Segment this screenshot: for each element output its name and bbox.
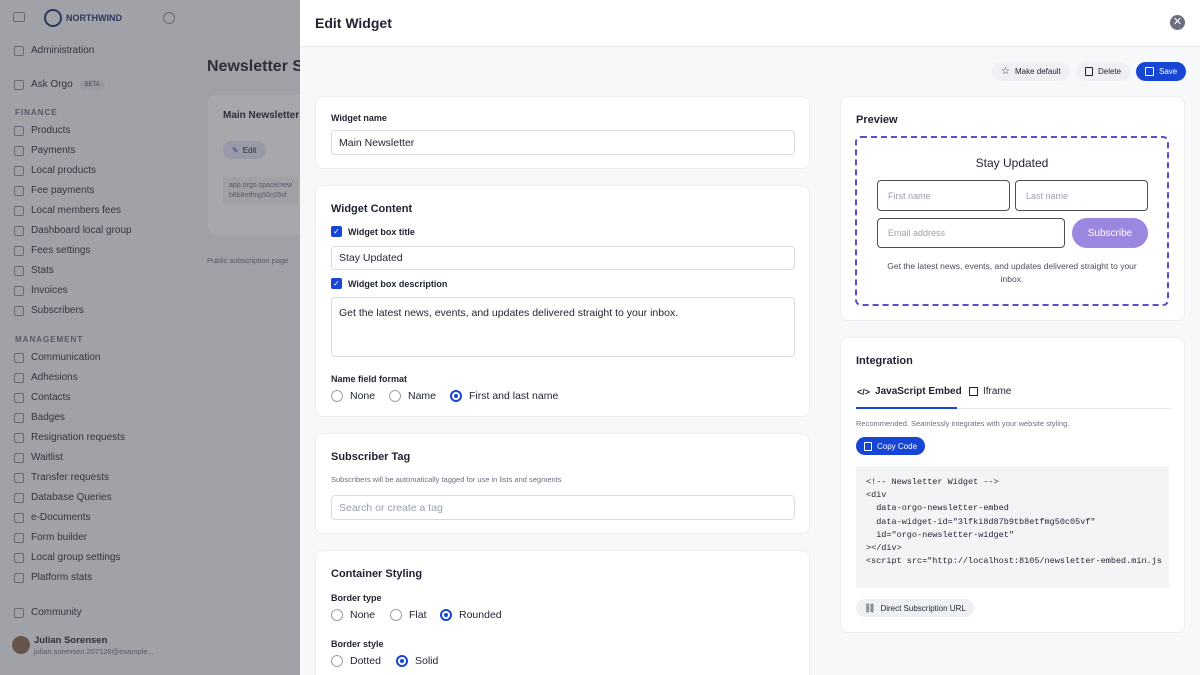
radio-border-flat[interactable]: Flat [390, 609, 427, 621]
radio-name-first-last[interactable]: First and last name [450, 390, 558, 402]
radio-name-none[interactable]: None [331, 390, 375, 402]
radio-name-name[interactable]: Name [389, 390, 436, 402]
copy-code-button[interactable]: Copy Code [856, 437, 926, 455]
copy-icon [864, 441, 872, 451]
tab-javascript-embed[interactable]: </> JavaScript Embed [857, 386, 962, 397]
widget-name-card: Widget name Main Newsletter [315, 96, 810, 169]
preview-first-name-input[interactable]: First name [877, 180, 1010, 211]
save-icon [1145, 67, 1154, 76]
box-title-checkbox[interactable]: ✓ [331, 226, 342, 237]
box-description-label: Widget box description [348, 279, 448, 289]
box-title-input[interactable]: Stay Updated [331, 246, 795, 270]
widget-content-card: Widget Content ✓ Widget box title Stay U… [315, 185, 810, 417]
subscriber-tag-card: Subscriber Tag Subscribers will be autom… [315, 433, 810, 534]
container-styling-card: Container Styling Border type None Flat … [315, 550, 810, 675]
widget-name-label: Widget name [331, 113, 387, 123]
modal-header: Edit Widget ✕ [300, 0, 1200, 47]
radio-border-rounded[interactable]: Rounded [440, 609, 502, 621]
tag-help: Subscribers will be automatically tagged… [331, 475, 562, 484]
preview-heading: Stay Updated [975, 156, 1049, 170]
direct-url-button[interactable]: ⛓ Direct Subscription URL [856, 599, 974, 617]
tab-iframe[interactable]: Iframe [969, 386, 1011, 397]
star-icon: ☆ [1001, 66, 1010, 77]
tab-indicator [856, 407, 957, 409]
frame-icon [969, 387, 978, 396]
box-description-checkbox[interactable]: ✓ [331, 278, 342, 289]
radio-style-solid[interactable]: Solid [396, 655, 438, 667]
close-icon[interactable]: ✕ [1170, 15, 1185, 30]
make-default-button[interactable]: ☆ Make default [992, 62, 1070, 81]
widget-name-input[interactable]: Main Newsletter [331, 130, 795, 155]
preview-email-input[interactable]: Email address [877, 218, 1065, 248]
border-style-label: Border style [331, 639, 384, 649]
delete-button[interactable]: Delete [1076, 62, 1131, 81]
radio-border-none[interactable]: None [331, 609, 375, 621]
edit-widget-modal: Edit Widget ✕ ☆ Make default Delete Save … [300, 0, 1200, 675]
tag-search-input[interactable]: Search or create a tag [331, 495, 795, 520]
link-icon: ⛓ [864, 602, 876, 613]
name-format-label: Name field format [331, 374, 408, 384]
content-title: Widget Content [331, 203, 413, 215]
integration-title: Integration [856, 355, 913, 367]
border-type-label: Border type [331, 593, 382, 603]
tag-title: Subscriber Tag [331, 451, 411, 463]
preview-title: Preview [856, 114, 898, 126]
preview-description: Get the latest news, events, and updates… [887, 261, 1137, 284]
radio-style-dotted[interactable]: Dotted [331, 655, 381, 667]
preview-subscribe-button[interactable]: Subscribe [1072, 218, 1148, 248]
embed-code-block[interactable]: <!-- Newsletter Widget --> <div data-org… [856, 466, 1169, 588]
recommended-text: Recommended. Seamlessly integrates with … [856, 419, 1070, 428]
styling-title: Container Styling [331, 568, 423, 580]
preview-widget: Stay Updated First name Last name Email … [855, 136, 1169, 306]
box-title-label: Widget box title [348, 227, 415, 237]
modal-title: Edit Widget [315, 15, 392, 31]
code-icon: </> [857, 386, 871, 397]
box-description-textarea[interactable]: Get the latest news, events, and updates… [331, 297, 795, 357]
preview-last-name-input[interactable]: Last name [1015, 180, 1148, 211]
save-button[interactable]: Save [1136, 62, 1187, 81]
trash-icon [1085, 67, 1093, 76]
